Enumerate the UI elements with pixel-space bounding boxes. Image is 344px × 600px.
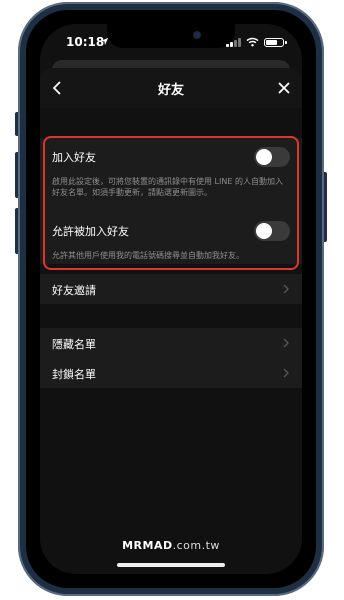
phone-frame: 10:18 好友 加入好友 啟用此設定後，可將您裝置的通訊錄中有使用 LINE … — [15, 2, 327, 596]
highlight-box — [43, 136, 299, 270]
page-title: 好友 — [157, 83, 184, 98]
settings-content: 加入好友 啟用此設定後，可將您裝置的通訊錄中有使用 LINE 的人自動加入好友名… — [40, 108, 302, 574]
battery-icon — [264, 37, 287, 47]
chevron-right-icon — [283, 284, 289, 294]
close-icon[interactable] — [272, 76, 296, 100]
location-arrow-icon — [100, 37, 109, 46]
watermark-domain: .com.tw — [172, 539, 220, 552]
blocked-list-row[interactable]: 封鎖名單 — [40, 358, 302, 388]
wifi-icon — [246, 37, 259, 47]
chevron-right-icon — [283, 368, 289, 378]
nav-bar: 好友 — [40, 68, 302, 108]
status-bar: 10:18 — [40, 35, 302, 53]
watermark-brand: MRMAD — [122, 539, 173, 552]
friend-requests-row[interactable]: 好友邀請 — [40, 274, 302, 304]
blocked-list-label: 封鎖名單 — [52, 368, 96, 381]
hidden-list-label: 隱藏名單 — [52, 338, 96, 351]
mute-switch — [15, 112, 18, 136]
chevron-right-icon — [283, 338, 289, 348]
home-indicator[interactable] — [117, 563, 225, 567]
status-time: 10:18 — [66, 35, 105, 49]
friend-requests-label: 好友邀請 — [52, 284, 96, 297]
hidden-list-row[interactable]: 隱藏名單 — [40, 328, 302, 358]
cellular-signal-icon — [226, 37, 241, 47]
phone-bezel: 10:18 好友 加入好友 啟用此設定後，可將您裝置的通訊錄中有使用 LINE … — [26, 10, 316, 588]
watermark: MRMAD.com.tw — [40, 539, 302, 552]
power-button — [324, 172, 327, 242]
screen: 10:18 好友 加入好友 啟用此設定後，可將您裝置的通訊錄中有使用 LINE … — [40, 24, 302, 574]
volume-down-button — [15, 208, 18, 254]
volume-up-button — [15, 152, 18, 198]
